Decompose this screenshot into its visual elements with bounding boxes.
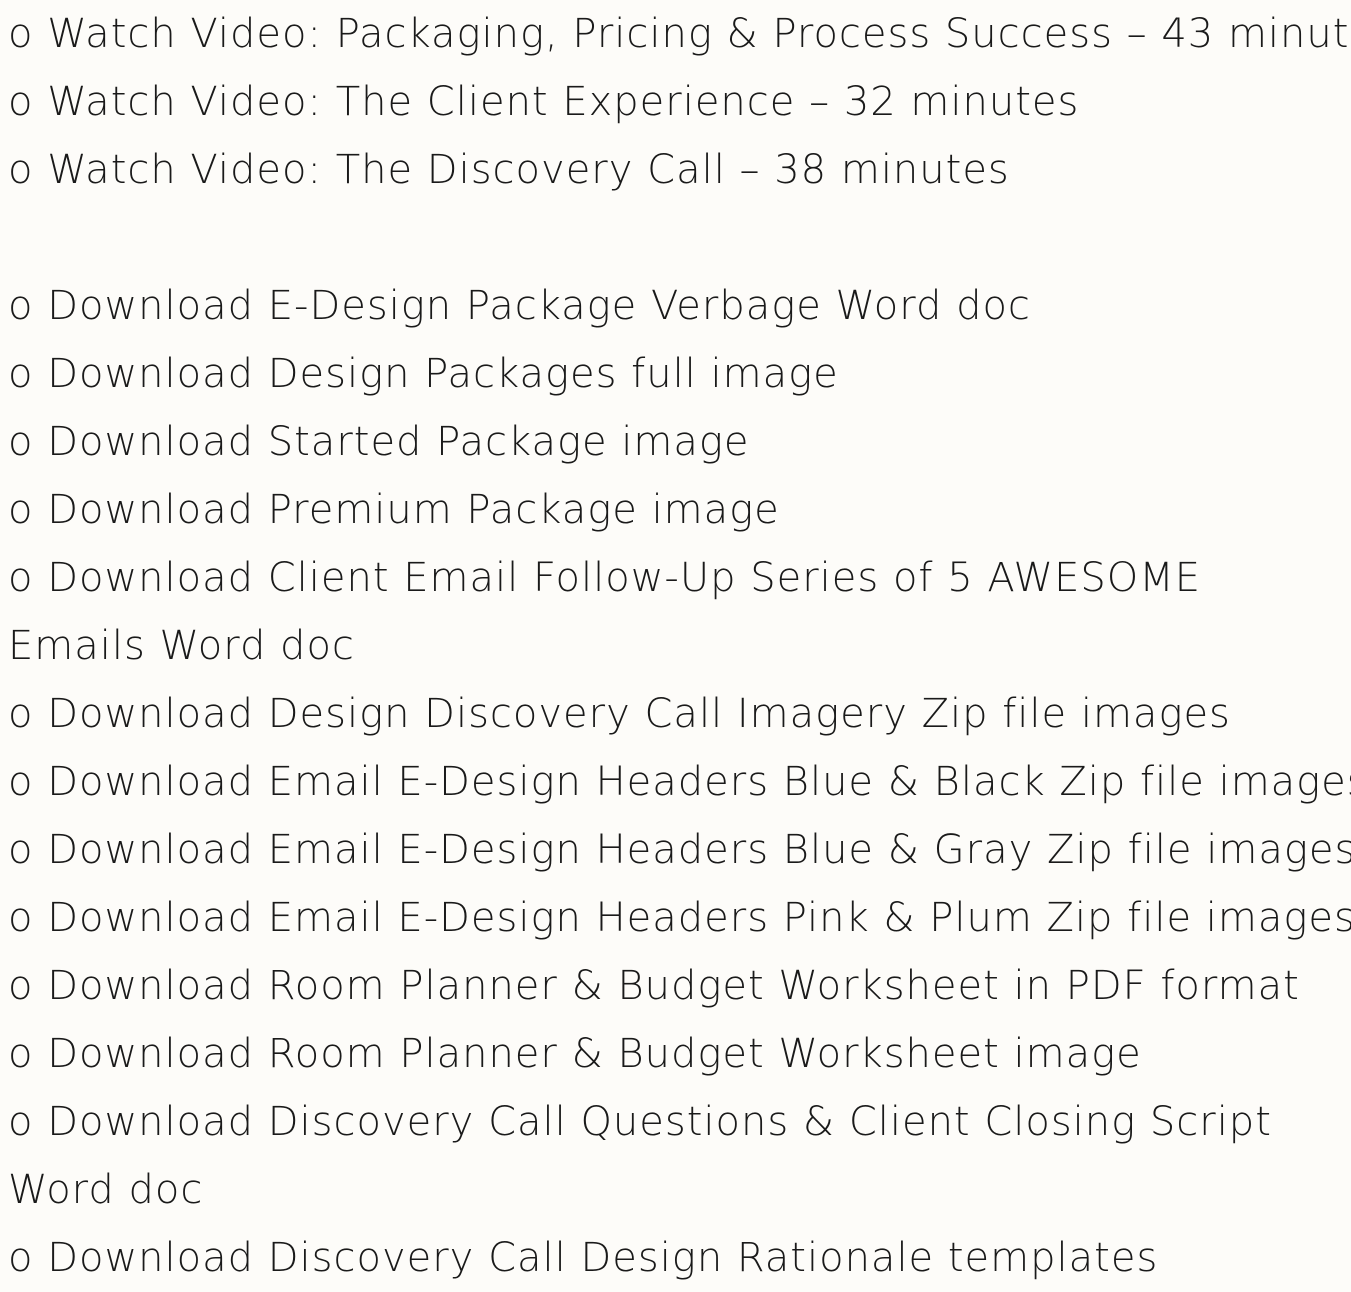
download-item-design-packages-full-image[interactable]: o Download Design Packages full image — [8, 340, 1343, 408]
download-item-premium-package-image[interactable]: o Download Premium Package image — [8, 476, 1343, 544]
download-item-room-planner-pdf[interactable]: o Download Room Planner & Budget Workshe… — [8, 952, 1343, 1020]
download-item-edesign-package-verbage[interactable]: o Download E-Design Package Verbage Word… — [8, 272, 1343, 340]
video-item-packaging-pricing[interactable]: o Watch Video: Packaging, Pricing & Proc… — [8, 0, 1351, 68]
download-item-room-planner-image[interactable]: o Download Room Planner & Budget Workshe… — [8, 1020, 1343, 1088]
download-item-headers-pink-plum[interactable]: o Download Email E-Design Headers Pink &… — [8, 884, 1351, 952]
download-item-discovery-call-imagery[interactable]: o Download Design Discovery Call Imagery… — [8, 680, 1343, 748]
section-spacer — [8, 204, 1343, 272]
download-item-headers-blue-gray[interactable]: o Download Email E-Design Headers Blue &… — [8, 816, 1351, 884]
video-item-discovery-call[interactable]: o Watch Video: The Discovery Call – 38 m… — [8, 136, 1343, 204]
resource-list: o Watch Video: Packaging, Pricing & Proc… — [8, 0, 1351, 1292]
download-item-headers-blue-black[interactable]: o Download Email E-Design Headers Blue &… — [8, 748, 1351, 816]
download-item-client-email-series[interactable]: o Download Client Email Follow-Up Series… — [8, 544, 1343, 680]
download-item-started-package-image[interactable]: o Download Started Package image — [8, 408, 1343, 476]
download-item-discovery-call-questions[interactable]: o Download Discovery Call Questions & Cl… — [8, 1088, 1343, 1224]
video-item-client-experience[interactable]: o Watch Video: The Client Experience – 3… — [8, 68, 1343, 136]
